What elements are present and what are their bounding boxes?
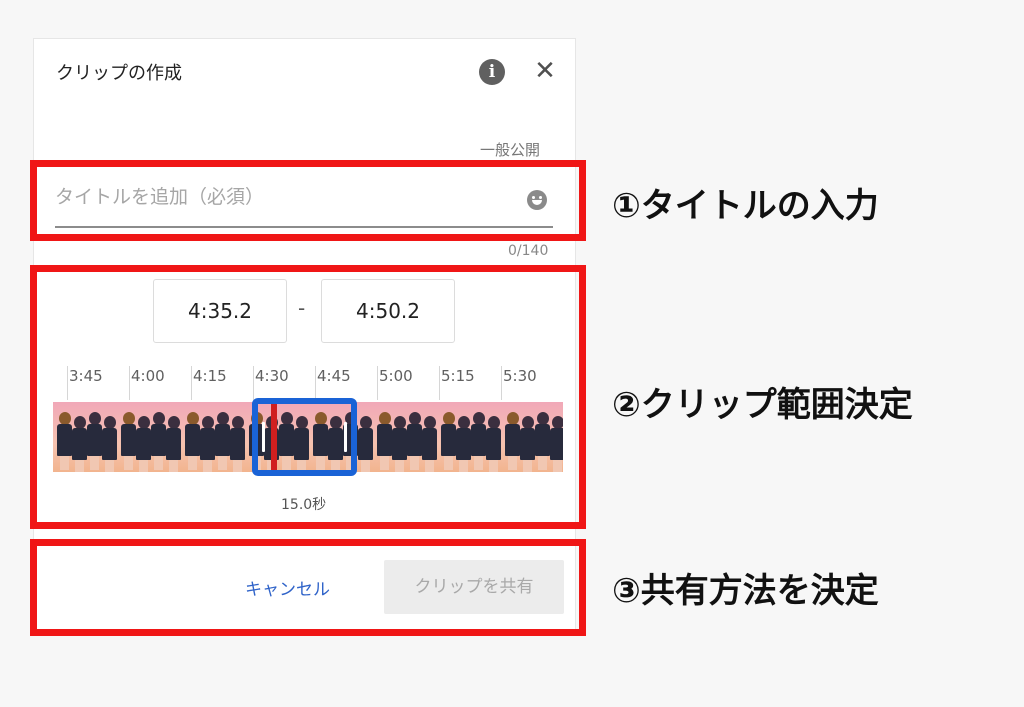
highlight-box-range — [30, 265, 586, 529]
highlight-box-share — [30, 539, 586, 636]
dialog-title: クリップの作成 — [56, 63, 182, 84]
info-icon[interactable]: i — [479, 59, 505, 85]
annotation-step-3: ③共有方法を決定 — [612, 571, 879, 611]
visibility-label: 一般公開 — [480, 141, 541, 159]
highlight-box-title — [30, 160, 586, 241]
character-counter: 0/140 — [508, 243, 549, 259]
annotation-step-2: ②クリップ範囲決定 — [612, 385, 913, 425]
annotation-step-1: ①タイトルの入力 — [612, 186, 879, 226]
close-icon[interactable]: ✕ — [532, 56, 558, 86]
